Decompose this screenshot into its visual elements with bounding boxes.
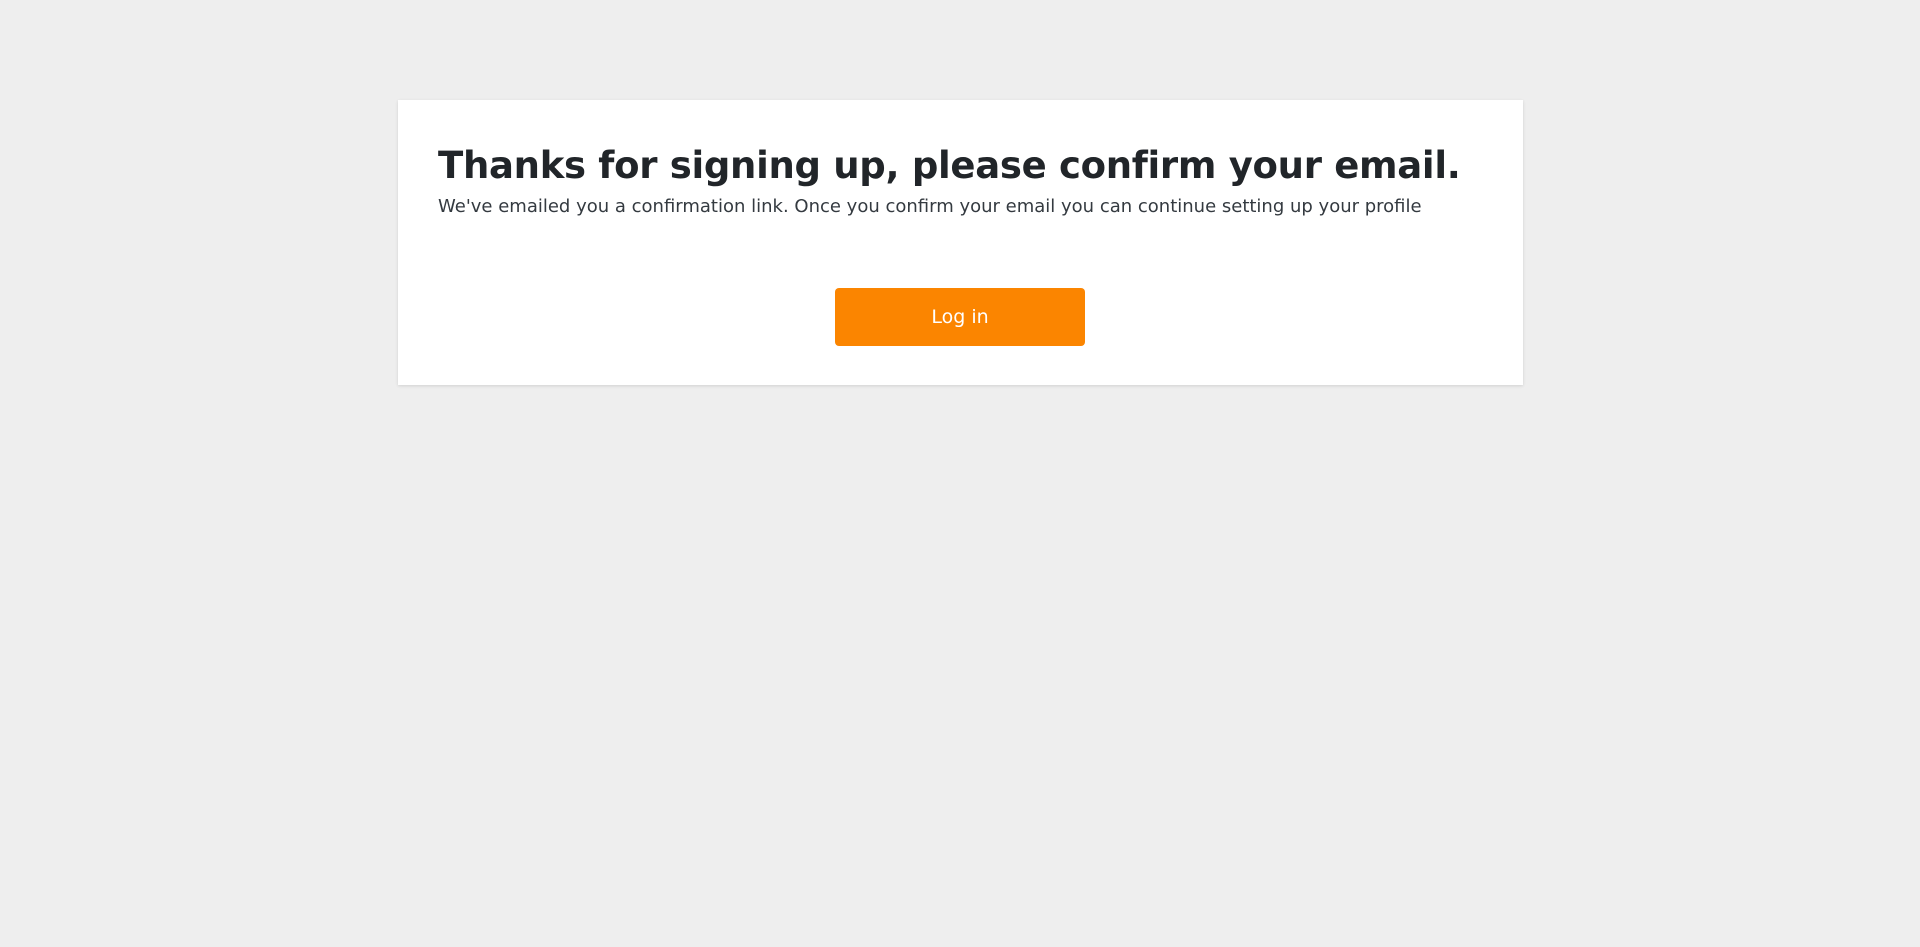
confirmation-card: Thanks for signing up, please confirm yo… xyxy=(398,100,1523,385)
login-button[interactable]: Log in xyxy=(835,288,1085,346)
confirmation-message: We've emailed you a confirmation link. O… xyxy=(438,196,1422,217)
button-container: Log in xyxy=(398,288,1523,346)
page: Thanks for signing up, please confirm yo… xyxy=(0,0,1920,947)
page-title: Thanks for signing up, please confirm yo… xyxy=(438,144,1461,187)
